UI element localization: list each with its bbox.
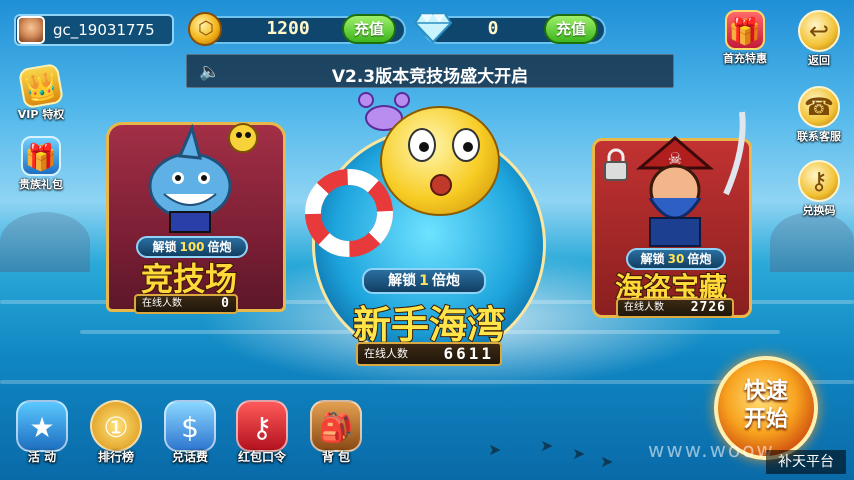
pufferfish-small-icon (228, 123, 258, 153)
key-icon: ⚷ (798, 160, 840, 202)
eye-icon (452, 128, 480, 162)
credit-card-icon: $ (164, 400, 216, 452)
diamond-icon (413, 13, 453, 44)
contact-label: 联系客服 (797, 130, 841, 143)
user-profile[interactable]: gc_19031775 (14, 14, 174, 46)
lock-icon (604, 148, 628, 181)
phone-icon: ☎ (798, 86, 840, 128)
fish-icon: ➤ (572, 444, 586, 463)
newbie-title: 新手海湾 (352, 302, 506, 348)
backpack-label: 背 包 (321, 450, 351, 464)
backpack-button[interactable]: 🎒 背 包 (304, 400, 368, 465)
unlock-suffix: 倍炮 (687, 252, 712, 266)
life-ring-icon (305, 169, 393, 257)
online-count: 0 (221, 296, 230, 311)
unlock-prefix: 解锁 (152, 240, 177, 254)
pufferfish-mascot-icon (380, 106, 500, 216)
star-icon: ★ (16, 400, 68, 452)
gift-box-icon: 🎁 (725, 10, 765, 50)
online-count: 6611 (443, 344, 494, 363)
gift-box-icon: 🎁 (21, 136, 61, 176)
avatar[interactable] (17, 16, 45, 44)
announcement-text: V2.3版本竞技场盛大开启 (331, 67, 529, 87)
online-label: 在线人数 (624, 302, 664, 313)
first-charge-button[interactable]: 🎁 首充特惠 (714, 10, 776, 66)
vip-label: VIP 特权 (17, 108, 65, 121)
online-count: 2726 (690, 300, 726, 315)
room-pirate-treasure[interactable]: ☠ 解锁 30 倍炮 海盗宝藏 在线人数 2726 (586, 108, 762, 318)
vip-button[interactable]: 👑 VIP 特权 (10, 62, 72, 122)
newbie-online-bar: 在线人数 6611 (356, 342, 502, 366)
quick-start-line2: 开始 (743, 407, 788, 432)
noble-gift-button[interactable]: 🎁 贵族礼包 (10, 136, 72, 192)
ranking-button[interactable]: ① 排行榜 (84, 400, 148, 465)
unlock-prefix: 解锁 (388, 273, 417, 289)
back-arrow-icon: ↩ (798, 10, 840, 52)
gold-value: 1200 (266, 18, 310, 39)
announcement-bar[interactable]: 🔈 V2.3版本竞技场盛大开启 (186, 54, 674, 88)
pirate-online-bar: 在线人数 2726 (616, 298, 734, 318)
background-island (0, 212, 90, 272)
noble-gift-label: 贵族礼包 (19, 178, 63, 191)
redeem-label: 兑换码 (802, 204, 836, 217)
fish-icon: ➤ (600, 452, 614, 471)
unlock-value: 1 (419, 273, 429, 289)
eye-icon (408, 128, 436, 162)
mouth-icon (430, 174, 452, 196)
online-label: 在线人数 (364, 347, 408, 360)
red-packet-button[interactable]: ⚷ 红包口令 (230, 400, 294, 465)
vip-crown-icon: 👑 (17, 62, 65, 110)
sword-icon (723, 111, 746, 196)
fish-icon: ➤ (540, 436, 554, 455)
phone-credit-label: 兑话费 (171, 450, 208, 464)
online-label: 在线人数 (142, 298, 182, 309)
redeem-code-button[interactable]: ⚷ 兑换码 (788, 160, 850, 218)
unlock-suffix: 倍炮 (207, 240, 232, 254)
backpack-icon: 🎒 (310, 400, 362, 452)
contact-service-button[interactable]: ☎ 联系客服 (788, 86, 850, 144)
room-newbie-bay[interactable]: 解锁 1 倍炮 新手海湾 在线人数 6611 (304, 86, 554, 376)
unlock-suffix: 倍炮 (431, 273, 460, 289)
unlock-value: 30 (667, 252, 685, 266)
gold-coin-icon (188, 12, 222, 46)
ranking-label: 排行榜 (97, 450, 134, 464)
platform-tag: 补天平台 (766, 450, 846, 474)
medal-icon: ① (90, 400, 142, 452)
activity-label: 活 动 (27, 450, 57, 464)
diamond-charge-button[interactable]: 充值 (544, 14, 598, 44)
watermark-text: www.woow (648, 438, 775, 462)
unlock-prefix: 解锁 (640, 252, 665, 266)
key-icon: ⚷ (236, 400, 288, 452)
unlock-value: 100 (179, 240, 205, 254)
quick-start-line1: 快速 (743, 379, 788, 404)
fish-icon: ➤ (488, 440, 502, 459)
username: gc_19031775 (53, 21, 155, 39)
red-packet-label: 红包口令 (237, 450, 286, 464)
phone-credit-button[interactable]: $ 兑话费 (158, 400, 222, 465)
activity-button[interactable]: ★ 活 动 (10, 400, 74, 465)
back-button[interactable]: ↩ 返回 (788, 10, 850, 68)
gold-charge-button[interactable]: 充值 (342, 14, 396, 44)
diamond-value: 0 (487, 18, 499, 39)
background-island (770, 212, 854, 272)
newbie-unlock-tag: 解锁 1 倍炮 (362, 268, 486, 294)
arena-online-bar: 在线人数 0 (134, 294, 238, 314)
back-label: 返回 (808, 54, 830, 67)
first-charge-label: 首充特惠 (723, 52, 767, 65)
room-arena[interactable]: 解锁 100 倍炮 竞技场 在线人数 0 (96, 118, 286, 318)
